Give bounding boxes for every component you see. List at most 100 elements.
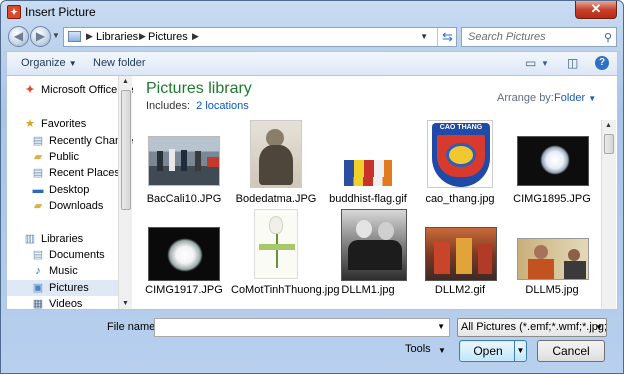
office-icon: ✦ [25,84,35,96]
scroll-up-icon[interactable]: ▲ [605,122,612,129]
open-label: Open [473,344,503,358]
search-input[interactable]: Search Pictures [468,31,546,43]
file-name-label[interactable]: BacCali10.JPG [139,193,229,206]
chevron-down-icon[interactable]: ▼ [437,322,445,331]
back-button[interactable]: ◀ [8,26,29,47]
documents-icon: ▤ [32,249,44,261]
help-icon[interactable]: ? [595,56,609,70]
nav-item-desktop[interactable]: ▬ Desktop [31,182,90,198]
breadcrumb-chevron-icon[interactable]: ▶ [192,31,199,42]
scroll-up-icon[interactable]: ▲ [122,78,129,85]
organize-button[interactable]: Organize ▼ [21,57,77,69]
file-name-input[interactable]: ▼ [154,318,450,337]
desktop-icon: ▬ [32,184,44,196]
chevron-down-icon[interactable]: ▼ [438,346,446,355]
locations-link[interactable]: 2 locations [196,100,249,112]
nav-item-recent-places[interactable]: ▤ Recent Places [31,165,120,181]
nav-item-label: Recent Places [49,167,120,179]
file-name-label[interactable]: DLLM5.jpg [507,284,597,297]
nav-item-label: Desktop [49,184,90,196]
content-scroll-thumb[interactable] [604,134,614,154]
recent-places-icon: ▤ [32,167,44,179]
thumbnail-image[interactable] [148,227,220,281]
filter-value: All Pictures (*.emf;*.wmf;*.jpg;* [461,321,607,333]
file-name-label[interactable]: cao_thang.jpg [415,193,505,206]
thumbnail-image[interactable] [250,120,302,188]
preview-pane-icon[interactable]: ◫ [567,56,578,70]
nav-item-pictures[interactable]: ▣ Pictures [7,280,118,296]
breadcrumb-libraries[interactable]: Libraries [96,31,138,43]
address-row: ◀ ▶ ▼ ▶ Libraries ▶ Pictures ▶ ▼ ⇆ Searc… [1,25,623,49]
library-title: Pictures library [146,80,252,97]
content-scrollbar[interactable]: ▲ [601,120,616,309]
search-box[interactable]: Search Pictures ⚲ [461,27,617,47]
file-name-label[interactable]: DLLM2.gif [415,284,505,297]
organize-label: Organize [21,57,66,69]
search-icon[interactable]: ⚲ [604,31,612,44]
thumbnail-image[interactable] [341,209,407,281]
address-dropdown-icon[interactable]: ▼ [420,32,428,41]
file-name-label[interactable]: CoMotTinhThuong.jpg [231,284,339,297]
cancel-button[interactable]: Cancel [537,340,605,362]
nav-item-documents[interactable]: ▤ Documents [31,247,105,263]
arrange-by-label: Arrange by: [497,92,554,104]
includes-label: Includes: [146,100,191,112]
nav-item-libraries[interactable]: ▥ Libraries [23,231,83,247]
insert-picture-dialog: ✦ Insert Picture ✕ ◀ ▶ ▼ ▶ Libraries ▶ P… [0,0,624,374]
address-bar[interactable]: ▶ Libraries ▶ Pictures ▶ ▼ [63,27,457,47]
chevron-down-icon: ▼ [516,346,525,355]
nav-item-videos[interactable]: ▦ Videos [31,296,83,309]
libraries-icon: ▥ [24,233,36,245]
recent-locations-dropdown[interactable]: ▼ [52,31,60,40]
thumbnail-image[interactable] [517,136,589,186]
close-button[interactable]: ✕ [575,1,617,19]
refresh-button[interactable]: ⇆ [437,28,457,46]
nav-item-public[interactable]: ▰ Public [31,149,79,165]
nav-item-office[interactable]: ✦ Microsoft Office Pe [23,82,133,98]
nav-item-label: Music [49,265,78,277]
nav-item-label: Videos [49,298,83,309]
includes-line: Includes: 2 locations [146,100,249,112]
nav-scrollbar[interactable]: ▲ ▼ [118,76,132,309]
file-name-label[interactable]: CIMG1895.JPG [507,193,597,206]
change-view-icon[interactable]: ▭ [525,56,536,70]
file-type-filter[interactable]: All Pictures (*.emf;*.wmf;*.jpg;* ▼ [457,318,607,337]
scroll-down-icon[interactable]: ▼ [122,300,129,307]
nav-item-music[interactable]: ♪ Music [31,263,78,279]
breadcrumb-chevron-icon[interactable]: ▶ [139,31,146,42]
thumbnail-image[interactable] [425,227,497,281]
file-name-label-text: File name: [107,321,159,333]
tools-button[interactable]: Tools [405,343,431,355]
thumbnail-image[interactable] [254,209,298,279]
thumbnail-image[interactable] [148,136,220,186]
arrange-by-dropdown[interactable]: Folder ▼ [554,92,596,104]
nav-item-label: Libraries [41,233,84,245]
nav-item-favorites[interactable]: ★ Favorites [23,116,86,132]
nav-scroll-thumb[interactable] [121,90,131,210]
nav-item-downloads[interactable]: ▰ Downloads [31,198,104,214]
nav-item-label: Pictures [49,282,89,294]
breadcrumb-pictures[interactable]: Pictures [148,31,188,43]
nav-item-label: Documents [49,249,105,261]
forward-button[interactable]: ▶ [30,26,51,47]
refresh-icon: ⇆ [442,29,453,44]
title-bar: ✦ Insert Picture ✕ [1,1,623,23]
breadcrumb-chevron-icon[interactable]: ▶ [86,31,93,42]
thumbnail-image[interactable] [344,160,392,186]
file-name-label[interactable]: DLLM1.jpg [323,284,413,297]
videos-icon: ▦ [32,298,44,309]
thumbnail-image[interactable]: CAO THANG [427,120,493,188]
library-folder-icon [68,31,81,42]
star-icon: ★ [25,118,35,130]
new-folder-button[interactable]: New folder [93,57,146,69]
file-name-label[interactable]: Bodedatma.JPG [231,193,321,206]
view-dropdown-icon[interactable]: ▼ [541,59,549,68]
nav-item-label: Downloads [49,200,104,212]
open-split-dropdown[interactable]: ▼ [514,341,526,361]
file-name-label[interactable]: buddhist-flag.gif [323,193,413,206]
nav-item-label: Favorites [41,118,87,130]
window-title: Insert Picture [25,5,96,19]
dialog-footer: File name: ▼ All Pictures (*.emf;*.wmf;*… [1,310,623,375]
file-name-label[interactable]: CIMG1917.JPG [139,284,229,297]
thumbnail-image[interactable] [517,238,589,280]
